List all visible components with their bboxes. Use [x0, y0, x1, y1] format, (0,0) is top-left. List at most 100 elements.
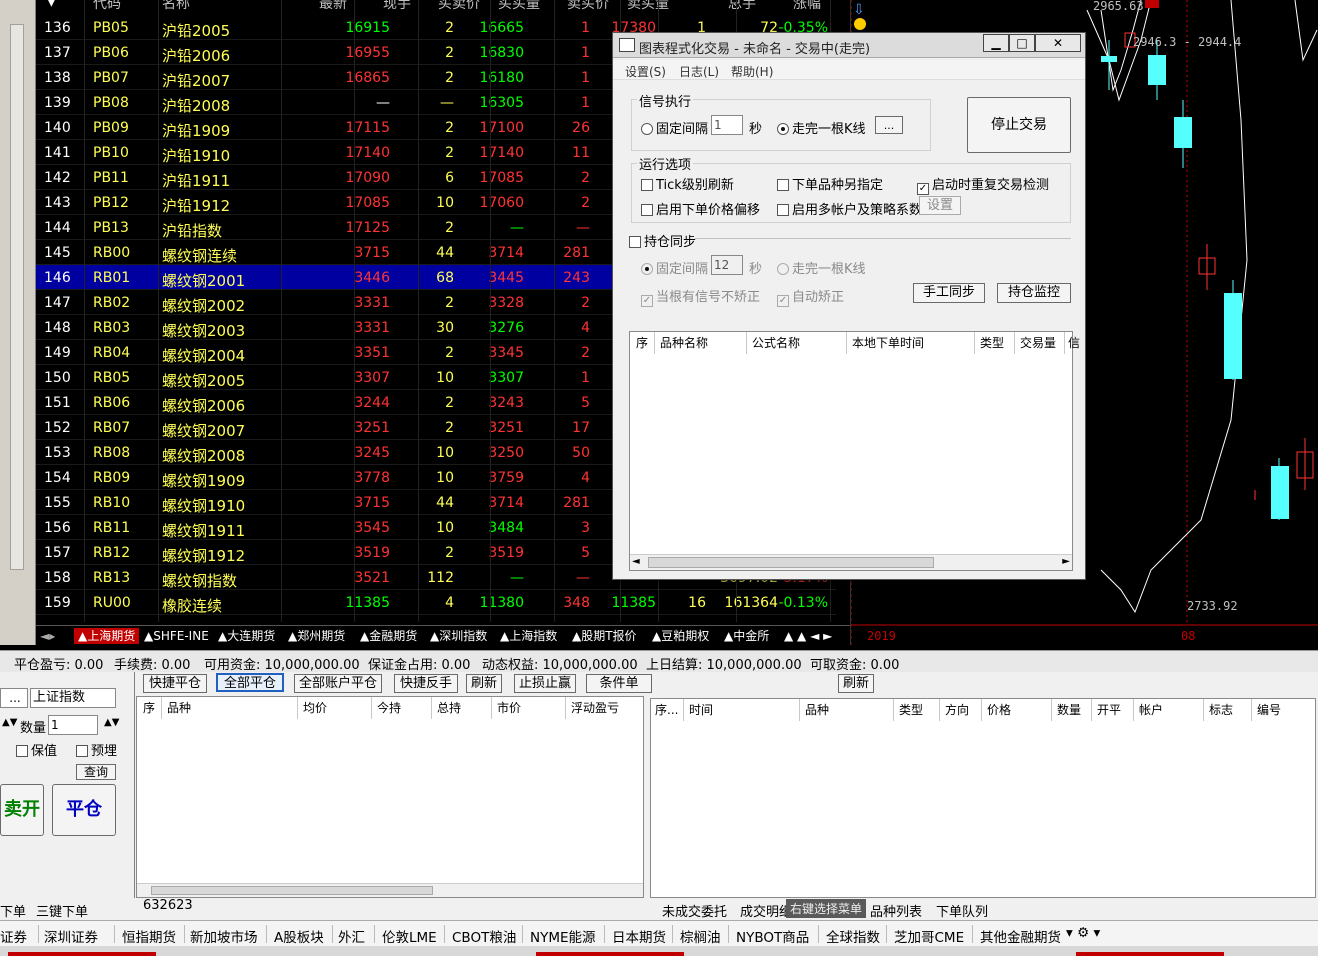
no-signal-fix-checkbox[interactable]: ✓ 当根有信号不矫正	[641, 286, 760, 307]
mkt-palm-oil[interactable]: 棕榈油	[680, 926, 721, 946]
fixed-interval-radio[interactable]: 固定间隔	[641, 118, 708, 137]
col-oi[interactable]: 总手	[728, 0, 756, 13]
col-bid[interactable]: 买卖价	[438, 0, 480, 13]
ord-col-time[interactable]: 时间	[689, 699, 713, 721]
tab-order[interactable]: 下单	[0, 901, 26, 920]
manual-sync-button[interactable]: 手工同步	[913, 283, 985, 303]
close-all-accounts-button[interactable]: 全部账户平仓	[294, 674, 382, 693]
ord-col-direction[interactable]: 方向	[945, 699, 969, 721]
col-ask[interactable]: 卖买价	[567, 0, 609, 13]
sync-interval-input[interactable]: 12	[711, 255, 743, 275]
tab-pending-orders[interactable]: 未成交委托	[662, 901, 727, 920]
quote-row[interactable]: 159 RU00 橡胶连续 11385 4 11380 348 11385 16 161364 -0…	[36, 590, 836, 615]
ord-col-flag[interactable]: 标志	[1209, 699, 1233, 721]
pos-col-seq[interactable]: 序	[143, 697, 155, 719]
quick-reverse-button[interactable]: 快捷反手	[394, 674, 458, 693]
refresh-orders-button[interactable]: 刷新	[838, 674, 874, 693]
sync-fixed-interval-radio[interactable]: 固定间隔	[641, 258, 708, 277]
tab-financial-futures[interactable]: ▲金融期货	[360, 628, 417, 644]
ord-col-symbol[interactable]: 品种	[805, 699, 829, 721]
dialog-titlebar[interactable]: 图表程式化交易 - 未命名 - 交易中(走完) ▁ □ ✕	[613, 33, 1085, 58]
pos-col-floating-pl[interactable]: 浮动盈亏	[571, 697, 619, 719]
col-last[interactable]: 最新	[319, 0, 347, 13]
tab-prev-icon[interactable]: ◄▸	[40, 628, 55, 644]
interval-input[interactable]: 1	[711, 115, 743, 135]
minimize-icon[interactable]: ▁	[983, 34, 1009, 52]
smiley-icon[interactable]	[854, 18, 866, 30]
mkt-global-index[interactable]: 全球指数	[826, 926, 880, 946]
pos-col-total[interactable]: 总持	[437, 697, 461, 719]
mkt-other-financial-futures[interactable]: 其他金融期货	[980, 926, 1061, 946]
col-chg[interactable]: 涨幅	[793, 0, 821, 13]
query-button[interactable]: 查询	[76, 764, 116, 780]
col-bid-qty[interactable]: 买买量	[498, 0, 540, 13]
quick-close-button[interactable]: 快捷平仓	[143, 674, 207, 693]
tab-dalian-futures[interactable]: ▲大连期货	[218, 628, 275, 644]
mkt-hang-seng-futures[interactable]: 恒指期货	[122, 926, 176, 946]
position-sync-checkbox[interactable]: 持仓同步	[629, 231, 696, 250]
tab-zhengzhou-futures[interactable]: ▲郑州期货	[288, 628, 345, 644]
tab-symbol-list[interactable]: 品种列表	[870, 901, 922, 920]
multi-account-checkbox[interactable]: 启用多帐户及策略系数	[777, 199, 922, 218]
list-col-symbol[interactable]: 品种名称	[660, 332, 708, 354]
mkt-cbot[interactable]: CBOT粮油	[452, 926, 516, 946]
auto-fix-checkbox[interactable]: ✓ 自动矫正	[777, 286, 844, 307]
finish-bar-radio[interactable]: 走完一根K线	[777, 118, 866, 137]
orders-grid[interactable]: 序... 时间 品种 类型 方向 价格 数量 开平 帐户 标志 编号	[650, 698, 1316, 898]
arrow-down-icon[interactable]: ⇩	[853, 2, 865, 18]
positions-grid[interactable]: 序 品种 均价 今持 总持 市价 浮动盈亏	[136, 696, 644, 898]
refresh-button[interactable]: 刷新	[466, 674, 502, 693]
mkt-securities[interactable]: 证券	[0, 926, 27, 946]
menu-log[interactable]: 日志(L)	[679, 63, 719, 80]
list-col-seq[interactable]: 序	[636, 332, 648, 354]
close-icon[interactable]: ✕	[1035, 34, 1081, 52]
tab-shanghai-index[interactable]: ▲上海指数	[500, 628, 557, 644]
sell-open-button[interactable]: 卖开	[0, 784, 44, 836]
ord-col-qty[interactable]: 数量	[1057, 699, 1081, 721]
tab-shanghai-futures[interactable]: ▲上海期货	[74, 628, 140, 644]
tab-shfe-ine[interactable]: ▲SHFE-INE	[144, 628, 209, 644]
scroll-right-icon[interactable]: ►	[1062, 556, 1070, 567]
mkt-nybot[interactable]: NYBOT商品	[736, 926, 809, 946]
spin-icon[interactable]: ▲▼	[2, 717, 17, 728]
ord-col-price[interactable]: 价格	[987, 699, 1011, 721]
pos-col-today[interactable]: 今持	[377, 697, 401, 719]
ord-col-id[interactable]: 编号	[1257, 699, 1281, 721]
qty-input[interactable]: 1	[48, 715, 98, 735]
pos-col-symbol[interactable]: 品种	[167, 697, 191, 719]
price-offset-checkbox[interactable]: 启用下单价格偏移	[641, 199, 760, 218]
dropdown-icon[interactable]: ▾ ⚙ ▾	[1066, 925, 1100, 941]
hedge-checkbox[interactable]: 保值	[16, 740, 57, 759]
tab-soymeal-options[interactable]: ▲豆粕期权	[652, 628, 709, 644]
left-scrollbar[interactable]	[10, 24, 24, 570]
menu-settings[interactable]: 设置(S)	[625, 63, 666, 80]
qty-stepper-icon[interactable]: ▲▼	[104, 717, 119, 728]
preset-checkbox[interactable]: 预埋	[76, 740, 117, 759]
mkt-shenzhen[interactable]: 深圳证券	[44, 926, 98, 946]
tab-fills[interactable]: 成交明细	[740, 901, 792, 920]
pos-hscrollbar[interactable]	[137, 883, 643, 897]
list-col-signal[interactable]: 信	[1068, 332, 1080, 354]
tab-stock-futures-quote[interactable]: ▲股期T报价	[572, 628, 637, 644]
scroll-left-icon[interactable]: ◄	[632, 556, 640, 567]
multi-account-settings-button[interactable]: 设置	[919, 196, 961, 215]
signal-list-grid[interactable]: 序 品种名称 公式名称 本地下单时间 类型 交易量 信 ◄ ►	[629, 331, 1080, 571]
list-col-formula[interactable]: 公式名称	[752, 332, 800, 354]
mkt-a-share-sector[interactable]: A股板块	[274, 926, 324, 946]
symbol-field[interactable]: 上证指数	[30, 688, 116, 708]
mkt-forex[interactable]: 外汇	[338, 926, 365, 946]
tab-order-queue[interactable]: 下单队列	[936, 901, 988, 920]
ord-col-account[interactable]: 帐户	[1139, 699, 1163, 721]
tick-refresh-checkbox[interactable]: Tick级别刷新	[641, 174, 734, 193]
symbol-picker-button[interactable]: ...	[0, 688, 28, 708]
position-monitor-button[interactable]: 持仓监控	[997, 283, 1071, 303]
mkt-cme[interactable]: 芝加哥CME	[894, 926, 964, 946]
col-name[interactable]: 名称	[162, 0, 190, 13]
tab-three-key-order[interactable]: 三键下单	[36, 901, 88, 920]
close-position-button[interactable]: 平仓	[52, 784, 116, 836]
tab-shenzhen-index[interactable]: ▲深圳指数	[430, 628, 487, 644]
conditional-order-button[interactable]: 条件单	[586, 674, 652, 693]
list-col-volume[interactable]: 交易量	[1020, 332, 1056, 354]
order-other-symbol-checkbox[interactable]: 下单品种另指定	[777, 174, 883, 193]
pos-col-avg[interactable]: 均价	[303, 697, 327, 719]
